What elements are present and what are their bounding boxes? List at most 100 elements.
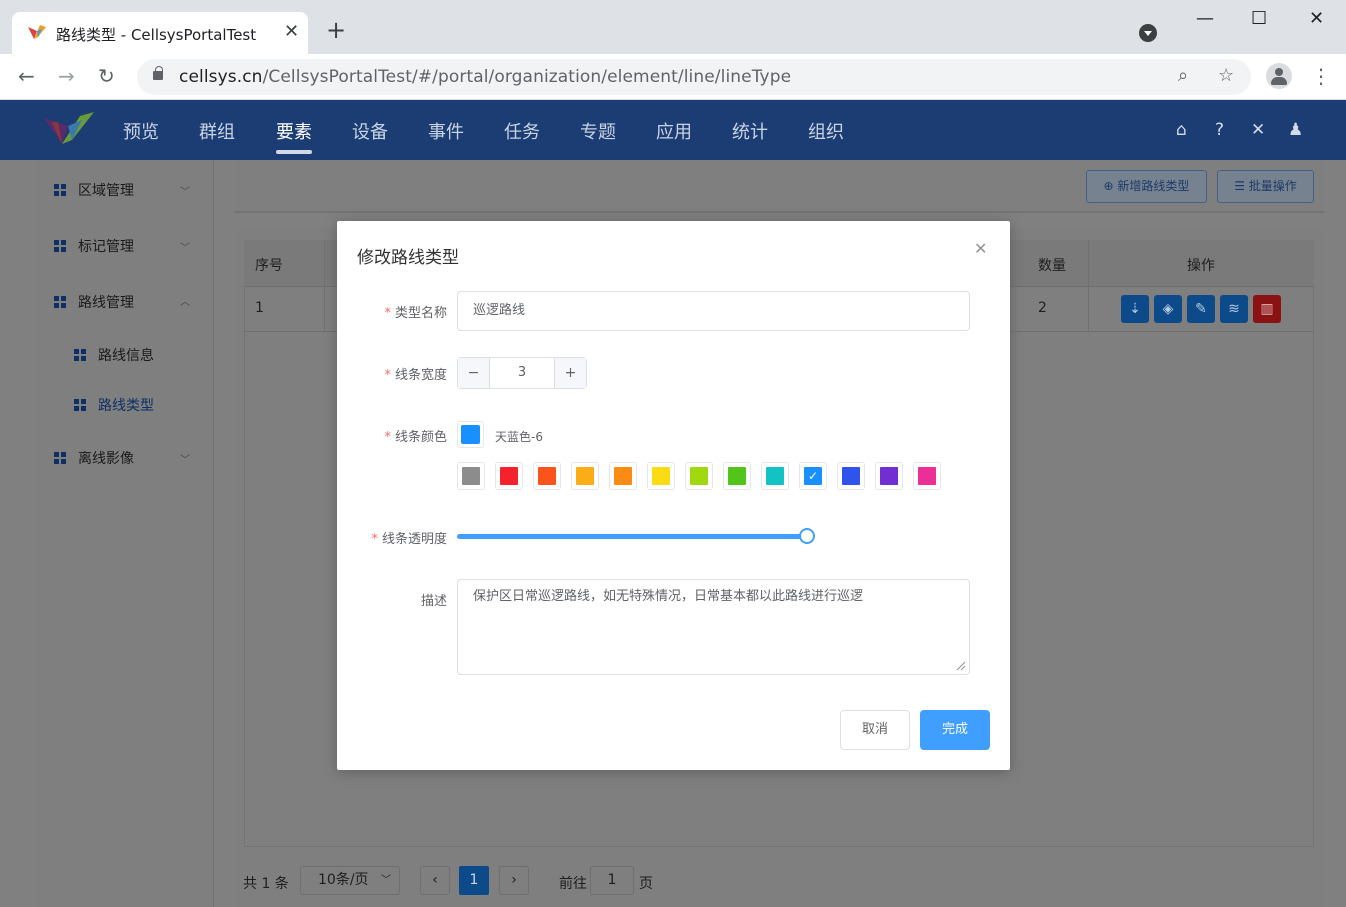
- brand-logo-icon: [44, 112, 94, 144]
- close-window-button[interactable]: ✕: [1309, 8, 1324, 29]
- forward-arrow-icon[interactable]: →: [58, 64, 75, 88]
- lock-icon: [153, 66, 163, 80]
- chevron-down-icon: ﹀: [180, 243, 190, 254]
- goto-suffix: 页: [639, 876, 653, 892]
- color-swatch[interactable]: [875, 462, 903, 490]
- nav-tasks[interactable]: 任务: [504, 118, 540, 144]
- sidebar-item-lines[interactable]: 路线管理: [54, 292, 134, 312]
- sidebar-item-markers[interactable]: 标记管理: [54, 236, 134, 256]
- color-swatch[interactable]: [457, 462, 485, 490]
- cancel-button[interactable]: 取消: [840, 710, 910, 750]
- sidebar-item-line-type[interactable]: 路线类型: [74, 395, 154, 415]
- tab-title: 路线类型 - CellsysPortalTest: [56, 26, 257, 44]
- add-line-type-button[interactable]: ⊕ 新增路线类型: [1086, 170, 1207, 203]
- bookmark-star-icon[interactable]: ☆: [1218, 65, 1234, 86]
- maximize-button[interactable]: ☐: [1251, 8, 1267, 29]
- name-label: * 类型名称: [384, 306, 447, 321]
- type-name-input[interactable]: 巡逻路线: [457, 291, 970, 331]
- profile-avatar-icon[interactable]: [1266, 63, 1292, 89]
- desc-label: 描述: [420, 594, 447, 609]
- color-swatch[interactable]: [533, 462, 561, 490]
- resize-handle-icon[interactable]: [956, 661, 966, 671]
- back-arrow-icon[interactable]: ←: [18, 64, 35, 88]
- tab-close-icon[interactable]: ✕: [284, 21, 299, 42]
- opacity-slider-track[interactable]: [457, 534, 807, 539]
- minimize-button[interactable]: —: [1196, 8, 1214, 29]
- url-text[interactable]: cellsys.cn/CellsysPortalTest/#/portal/or…: [179, 67, 791, 87]
- tools-icon[interactable]: ✕: [1251, 120, 1265, 140]
- edit-icon[interactable]: ✎: [1187, 295, 1215, 323]
- prev-page-button[interactable]: ‹: [420, 866, 450, 895]
- chevron-up-icon: ︿: [180, 297, 190, 308]
- color-swatch[interactable]: [837, 462, 865, 490]
- nav-apps[interactable]: 应用: [656, 118, 692, 144]
- decrement-button[interactable]: −: [458, 358, 490, 388]
- color-swatch[interactable]: [685, 462, 713, 490]
- color-swatch[interactable]: [913, 462, 941, 490]
- line-width-value[interactable]: 3: [490, 358, 554, 388]
- nav-preview[interactable]: 预览: [123, 118, 159, 144]
- width-label: * 线条宽度: [384, 368, 447, 383]
- batch-operation-button[interactable]: ☰ 批量操作: [1217, 170, 1314, 203]
- column-divider: [324, 240, 325, 332]
- current-color-name: 天蓝色-6: [495, 430, 543, 444]
- color-swatch[interactable]: ✓: [799, 462, 827, 490]
- opacity-slider-handle[interactable]: [799, 528, 815, 544]
- pagination-total: 共 1 条: [243, 876, 289, 892]
- home-icon[interactable]: ⌂: [1176, 120, 1187, 140]
- nav-events[interactable]: 事件: [428, 118, 464, 144]
- color-swatch[interactable]: [647, 462, 675, 490]
- color-swatch[interactable]: [609, 462, 637, 490]
- user-icon[interactable]: ♟: [1288, 120, 1303, 140]
- address-bar[interactable]: cellsys.cn/CellsysPortalTest/#/portal/or…: [137, 59, 1251, 95]
- increment-button[interactable]: +: [554, 358, 586, 388]
- next-page-button[interactable]: ›: [499, 866, 529, 895]
- sidebar-item-line-info[interactable]: 路线信息: [74, 345, 154, 365]
- description-textarea[interactable]: 保护区日常巡逻路线，如无特殊情况，日常基本都以此路线进行巡逻: [457, 579, 970, 675]
- check-icon: ✓: [804, 467, 822, 485]
- color-swatch[interactable]: [571, 462, 599, 490]
- nav-topics[interactable]: 专题: [580, 118, 616, 144]
- edit-line-type-dialog: 修改路线类型 ✕ * 类型名称 巡逻路线 * 线条宽度 − 3 + * 线条颜色 天蓝…: [337, 221, 1010, 770]
- sort-icon[interactable]: ⇣: [1121, 295, 1149, 323]
- nav-organization[interactable]: 组织: [808, 118, 844, 144]
- grid-icon: [74, 349, 86, 361]
- header-index: 序号: [255, 258, 283, 274]
- confirm-button[interactable]: 完成: [920, 710, 990, 750]
- browser-tab[interactable]: 路线类型 - CellsysPortalTest ✕: [12, 12, 308, 54]
- dialog-title: 修改路线类型: [357, 248, 459, 268]
- current-page[interactable]: 1: [459, 866, 489, 895]
- reload-icon[interactable]: ↻: [98, 64, 115, 88]
- page-size-select[interactable]: 10条/页 ﹀: [300, 866, 400, 895]
- sidebar-item-area[interactable]: 区域管理: [54, 180, 134, 200]
- app-logo-icon: [28, 25, 46, 39]
- browser-menu-icon[interactable]: ⋮: [1311, 64, 1331, 88]
- grid-icon: [54, 184, 66, 196]
- delete-icon[interactable]: ▥: [1253, 295, 1281, 323]
- new-tab-button[interactable]: +: [326, 18, 346, 42]
- close-icon[interactable]: ✕: [974, 239, 987, 258]
- current-color-swatch[interactable]: [457, 421, 484, 448]
- cell-index: 1: [255, 300, 264, 316]
- nav-elements[interactable]: 要素: [276, 118, 312, 144]
- grid-icon: [54, 452, 66, 464]
- color-swatch[interactable]: [495, 462, 523, 490]
- nav-stats[interactable]: 统计: [732, 118, 768, 144]
- browser-tabstrip: 路线类型 - CellsysPortalTest ✕ + — ☐ ✕: [0, 0, 1346, 54]
- nav-devices[interactable]: 设备: [352, 118, 388, 144]
- grid-icon: [54, 296, 66, 308]
- cell-count: 2: [1038, 300, 1047, 316]
- color-label: * 线条颜色: [384, 430, 447, 445]
- tab-search-icon[interactable]: [1139, 24, 1157, 42]
- header-count: 数量: [1038, 258, 1066, 274]
- color-swatch[interactable]: [761, 462, 789, 490]
- map-icon[interactable]: ◈: [1154, 295, 1182, 323]
- help-icon[interactable]: ?: [1215, 120, 1224, 140]
- layers-icon[interactable]: ≋: [1220, 295, 1248, 323]
- sidebar-item-offline-imagery[interactable]: 离线影像: [54, 448, 134, 468]
- zoom-icon[interactable]: ⌕: [1178, 65, 1188, 86]
- nav-groups[interactable]: 群组: [199, 118, 235, 144]
- color-swatch[interactable]: [723, 462, 751, 490]
- goto-page-input[interactable]: 1: [590, 866, 634, 895]
- header-ops: 操作: [1187, 258, 1215, 274]
